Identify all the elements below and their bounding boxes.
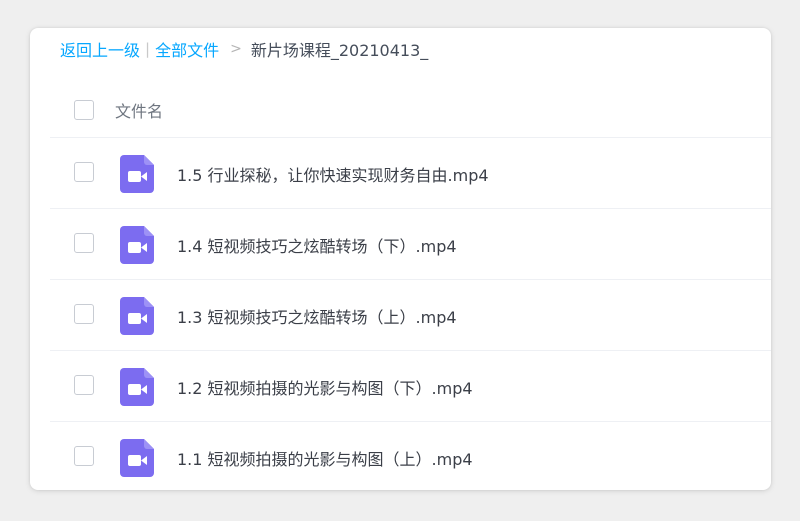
file-name[interactable]: 1.1 短视频拍摄的光影与构图（上）.mp4 [177, 446, 473, 470]
video-file-icon [120, 439, 154, 477]
breadcrumb: 返回上一级 | 全部文件 > 新片场课程_20210413_ [60, 38, 428, 60]
table-header: 文件名 [50, 74, 771, 138]
table-row[interactable]: 1.4 短视频技巧之炫酷转场（下）.mp4 [50, 209, 771, 280]
table-row[interactable]: 1.1 短视频拍摄的光影与构图（上）.mp4 [50, 422, 771, 490]
file-name[interactable]: 1.3 短视频技巧之炫酷转场（上）.mp4 [177, 304, 457, 328]
file-name[interactable]: 1.5 行业探秘，让你快速实现财务自由.mp4 [177, 162, 489, 186]
all-files-link[interactable]: 全部文件 [155, 37, 219, 61]
current-folder-label: 新片场课程_20210413_ [250, 41, 429, 60]
video-file-icon [120, 155, 154, 193]
video-file-icon [120, 368, 154, 406]
row-checkbox[interactable] [74, 375, 94, 395]
table-row[interactable]: 1.2 短视频拍摄的光影与构图（下）.mp4 [50, 351, 771, 422]
column-header-filename: 文件名 [115, 102, 164, 121]
file-name[interactable]: 1.2 短视频拍摄的光影与构图（下）.mp4 [177, 375, 473, 399]
row-checkbox[interactable] [74, 304, 94, 324]
file-name[interactable]: 1.4 短视频技巧之炫酷转场（下）.mp4 [177, 233, 457, 257]
row-checkbox[interactable] [74, 446, 94, 466]
table-row[interactable]: 1.5 行业探秘，让你快速实现财务自由.mp4 [50, 138, 771, 209]
select-all-checkbox[interactable] [74, 100, 94, 120]
breadcrumb-divider: | [145, 40, 151, 58]
breadcrumb-arrow-icon: > [230, 41, 242, 57]
video-file-icon [120, 226, 154, 264]
table-row[interactable]: 1.3 短视频技巧之炫酷转场（上）.mp4 [50, 280, 771, 351]
page: 返回上一级 | 全部文件 > 新片场课程_20210413_ 文件名 1.5 行… [0, 0, 800, 521]
file-list-panel: 返回上一级 | 全部文件 > 新片场课程_20210413_ 文件名 1.5 行… [30, 28, 771, 490]
row-checkbox[interactable] [74, 162, 94, 182]
file-table: 文件名 1.5 行业探秘，让你快速实现财务自由.mp4 1.4 短视频技巧之炫酷… [50, 74, 771, 490]
video-file-icon [120, 297, 154, 335]
row-checkbox[interactable] [74, 233, 94, 253]
back-link[interactable]: 返回上一级 [60, 37, 140, 61]
